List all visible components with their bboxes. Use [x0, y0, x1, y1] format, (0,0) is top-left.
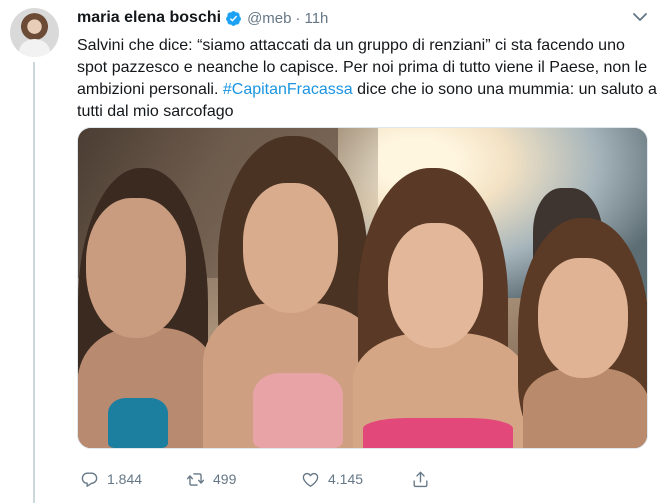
thread-line — [33, 62, 35, 503]
share-icon — [413, 471, 428, 487]
display-name[interactable]: maria elena boschi — [77, 9, 221, 27]
like-button[interactable]: 4.145 — [301, 467, 363, 491]
heart-icon — [302, 472, 319, 487]
tweet-header: maria elena boschi @meb · 11h — [77, 8, 328, 28]
like-count: 4.145 — [328, 471, 364, 487]
hashtag-link[interactable]: #CapitanFracassa — [223, 81, 353, 98]
retweet-button[interactable]: 499 — [186, 467, 236, 491]
chevron-down-icon[interactable] — [632, 10, 648, 24]
share-button[interactable] — [411, 467, 430, 491]
handle[interactable]: @meb — [247, 10, 291, 27]
avatar[interactable] — [10, 8, 59, 57]
retweet-count: 499 — [213, 471, 237, 487]
tweet-text: Salvini che dice: “siamo attaccati da un… — [77, 35, 657, 123]
reply-icon — [81, 471, 98, 487]
tweet[interactable]: maria elena boschi @meb · 11h Salvini ch… — [0, 0, 665, 503]
avatar-figure — [19, 39, 50, 57]
separator-dot: · — [295, 9, 301, 27]
retweet-icon — [186, 472, 205, 486]
verified-badge-icon — [226, 10, 241, 26]
reply-button[interactable]: 1.844 — [80, 467, 142, 491]
timestamp[interactable]: 11h — [304, 10, 328, 27]
reply-count: 1.844 — [107, 471, 143, 487]
tweet-photo[interactable] — [77, 127, 648, 449]
